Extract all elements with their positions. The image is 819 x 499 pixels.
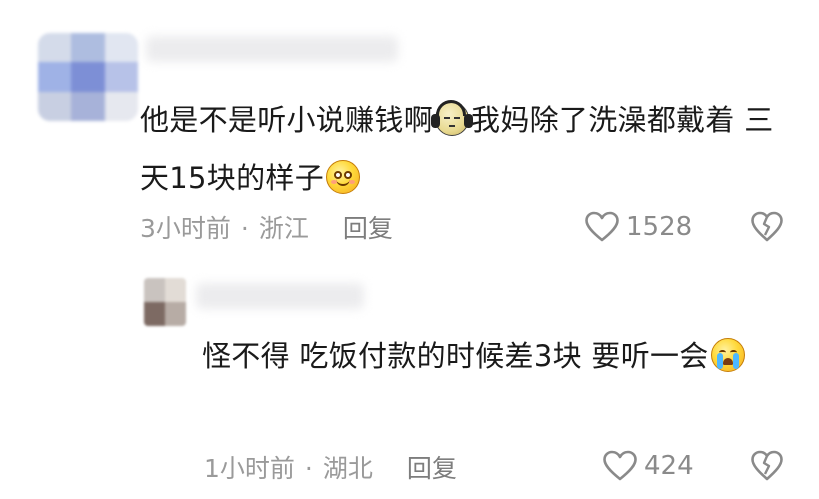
separator-dot: ·: [304, 454, 313, 483]
heart-icon: [603, 450, 637, 481]
headphones-face-emoji: [431, 100, 474, 136]
like-count: 424: [644, 451, 694, 481]
avatar[interactable]: [144, 278, 186, 326]
comment-meta: 1小时前 · 湖北 回复: [204, 449, 457, 485]
smiling-face-emoji: [326, 160, 361, 194]
broken-heart-icon: [751, 211, 783, 242]
avatar[interactable]: [38, 33, 138, 121]
separator-dot: ·: [240, 214, 249, 243]
reply-button[interactable]: 回复: [407, 454, 457, 483]
comment-meta: 3小时前 · 浙江 回复: [140, 209, 393, 245]
username-blurred[interactable]: [196, 283, 364, 309]
like-button[interactable]: 424: [602, 450, 694, 482]
like-count: 1528: [626, 212, 693, 242]
reply-button[interactable]: 回复: [343, 214, 393, 243]
crying-face-emoji: [710, 338, 745, 372]
comment-text-part: 怪不得 吃饭付款的时候差3块 要听一会: [202, 339, 709, 373]
username-blurred[interactable]: [146, 36, 398, 62]
comment-location: 湖北: [322, 454, 373, 483]
comment-location: 浙江: [258, 214, 309, 243]
dislike-button[interactable]: [750, 211, 784, 247]
dislike-button[interactable]: [750, 450, 784, 486]
heart-icon: [585, 211, 619, 242]
comment-text-part: 他是不是听小说赚钱啊: [140, 103, 434, 137]
comment-text: 他是不是听小说赚钱啊 我妈除了洗澡都戴着 三天15块的样子: [140, 91, 800, 207]
comment-time: 1小时前: [204, 454, 295, 483]
like-button[interactable]: 1528: [584, 211, 692, 243]
comment-time: 3小时前: [140, 214, 231, 243]
broken-heart-icon: [751, 450, 783, 481]
comment-list: 他是不是听小说赚钱啊 我妈除了洗澡都戴着 三天15块的样子 3小时前 · 浙江 回复 1…: [0, 0, 819, 499]
comment-text: 怪不得 吃饭付款的时候差3块 要听一会: [202, 327, 762, 385]
